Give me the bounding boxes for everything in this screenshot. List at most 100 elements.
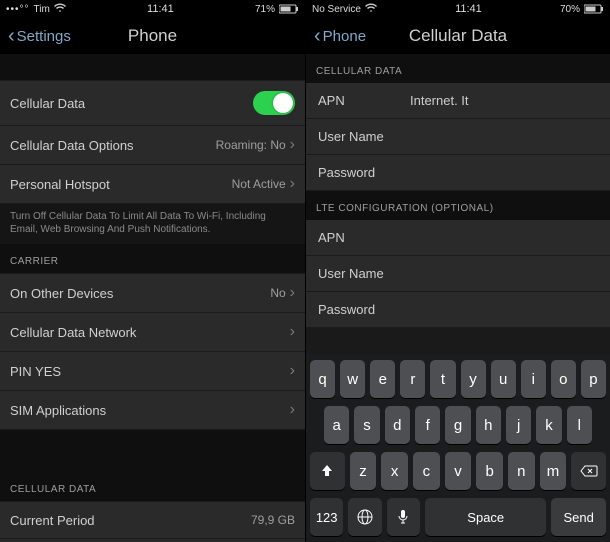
key-u[interactable]: u	[491, 360, 516, 398]
key-space[interactable]: Space	[425, 498, 546, 536]
key-p[interactable]: p	[581, 360, 606, 398]
help-text: Turn Off Cellular Data To Limit All Data…	[0, 204, 305, 244]
key-c[interactable]: c	[413, 452, 440, 490]
lte-apn-row[interactable]: APN	[306, 220, 610, 256]
key-j[interactable]: j	[506, 406, 531, 444]
back-label: Settings	[17, 28, 71, 45]
key-z[interactable]: z	[350, 452, 377, 490]
key-v[interactable]: v	[445, 452, 472, 490]
clock: 11:41	[455, 3, 482, 15]
key-l[interactable]: l	[567, 406, 592, 444]
key-a[interactable]: a	[324, 406, 349, 444]
current-period-value: 79,9 GB	[251, 513, 295, 527]
chevron-right-icon: ›	[290, 284, 295, 302]
key-g[interactable]: g	[445, 406, 470, 444]
cd-network-label: Cellular Data Network	[10, 325, 136, 340]
hotspot-label: Personal Hotspot	[10, 177, 110, 192]
back-button[interactable]: ‹ Phone	[314, 26, 366, 46]
key-k[interactable]: k	[536, 406, 561, 444]
cellular-data-row[interactable]: Cellular Data	[0, 80, 305, 126]
battery-pct: 71%	[255, 4, 275, 15]
status-bar: No Service 11:41 70%	[306, 0, 610, 18]
cellular-data-toggle[interactable]	[253, 91, 295, 115]
keyboard: qwertyuiop asdfghjkl zxcvbnm 123 Space S…	[306, 354, 610, 542]
username-label: User Name	[318, 129, 384, 144]
key-d[interactable]: d	[385, 406, 410, 444]
wifi-icon	[365, 3, 377, 16]
nav-header: ‹ Phone Cellular Data	[306, 18, 610, 54]
other-devices-row[interactable]: On Other Devices No ›	[0, 273, 305, 313]
chevron-right-icon: ›	[290, 401, 295, 419]
key-m[interactable]: m	[540, 452, 567, 490]
key-h[interactable]: h	[476, 406, 501, 444]
pin-label: PIN YES	[10, 364, 61, 379]
lte-apn-label: APN	[318, 230, 345, 245]
battery-icon	[584, 4, 604, 14]
key-f[interactable]: f	[415, 406, 440, 444]
carrier-label: No Service	[312, 4, 361, 15]
status-bar: •••°° Tim 11:41 71%	[0, 0, 305, 18]
lte-username-row[interactable]: User Name	[306, 256, 610, 292]
key-o[interactable]: o	[551, 360, 576, 398]
personal-hotspot-row[interactable]: Personal Hotspot Not Active ›	[0, 165, 305, 204]
chevron-left-icon: ‹	[8, 26, 15, 46]
username-row[interactable]: User Name	[306, 119, 610, 155]
chevron-right-icon: ›	[290, 323, 295, 341]
back-button[interactable]: ‹ Settings	[8, 26, 71, 46]
key-y[interactable]: y	[461, 360, 486, 398]
cd-network-row[interactable]: Cellular Data Network ›	[0, 313, 305, 352]
key-e[interactable]: e	[370, 360, 395, 398]
wifi-icon	[54, 3, 66, 16]
page-title: Cellular Data	[409, 26, 507, 46]
key-q[interactable]: q	[310, 360, 335, 398]
section-lte: LTE CONFIGURATION (OPTIONAL)	[306, 191, 610, 220]
lte-username-label: User Name	[318, 266, 384, 281]
chevron-right-icon: ›	[290, 362, 295, 380]
password-row[interactable]: Password	[306, 155, 610, 191]
key-globe[interactable]	[348, 498, 381, 536]
current-period-row: Current Period 79,9 GB	[0, 501, 305, 539]
key-backspace[interactable]	[571, 452, 606, 490]
apn-row[interactable]: APN Internet. It	[306, 83, 610, 119]
cellular-data-label: Cellular Data	[10, 96, 85, 111]
cd-options-value: Roaming: No	[216, 138, 286, 152]
apn-label: APN	[318, 93, 394, 108]
key-s[interactable]: s	[354, 406, 379, 444]
section-cellular-data: CELLULAR DATA	[306, 54, 610, 83]
pin-row[interactable]: PIN YES ›	[0, 352, 305, 391]
key-shift[interactable]	[310, 452, 345, 490]
sim-apps-row[interactable]: SIM Applications ›	[0, 391, 305, 430]
key-n[interactable]: n	[508, 452, 535, 490]
lte-password-row[interactable]: Password	[306, 292, 610, 328]
clock: 11:41	[147, 3, 174, 15]
key-numbers[interactable]: 123	[310, 498, 343, 536]
key-b[interactable]: b	[476, 452, 503, 490]
key-w[interactable]: w	[340, 360, 365, 398]
signal-icon: •••°°	[6, 4, 30, 15]
key-t[interactable]: t	[430, 360, 455, 398]
chevron-left-icon: ‹	[314, 26, 321, 46]
chevron-right-icon: ›	[290, 175, 295, 193]
password-label: Password	[318, 165, 375, 180]
sim-apps-label: SIM Applications	[10, 403, 106, 418]
chevron-right-icon: ›	[290, 136, 295, 154]
key-i[interactable]: i	[521, 360, 546, 398]
battery-pct: 70%	[560, 4, 580, 15]
cellular-data-options-row[interactable]: Cellular Data Options Roaming: No ›	[0, 126, 305, 165]
key-r[interactable]: r	[400, 360, 425, 398]
apn-value[interactable]: Internet. It	[410, 93, 469, 108]
cd-options-label: Cellular Data Options	[10, 138, 134, 153]
key-mic[interactable]	[387, 498, 420, 536]
key-x[interactable]: x	[381, 452, 408, 490]
hotspot-value: Not Active	[232, 177, 286, 191]
other-devices-value: No	[270, 286, 285, 300]
carrier-label: Tim	[34, 4, 50, 15]
battery-icon	[279, 4, 299, 14]
current-period-label: Current Period	[10, 513, 95, 528]
section-carrier: CARRIER	[0, 244, 305, 273]
page-title: Phone	[128, 26, 177, 46]
lte-password-label: Password	[318, 302, 375, 317]
other-devices-label: On Other Devices	[10, 286, 113, 301]
nav-header: ‹ Settings Phone	[0, 18, 305, 54]
key-send[interactable]: Send	[551, 498, 606, 536]
